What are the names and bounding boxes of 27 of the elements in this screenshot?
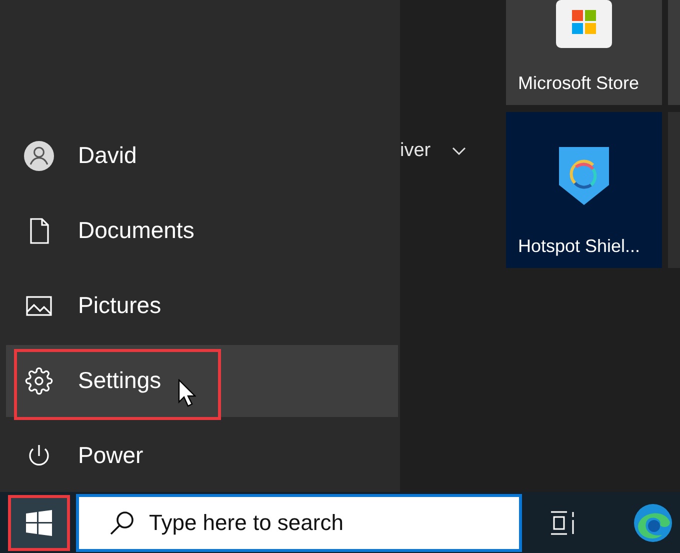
tile-label: Microsoft Store <box>517 72 640 95</box>
menu-item[interactable]: Pictures <box>6 270 398 342</box>
menu-item-label: David <box>78 141 137 170</box>
menu-item-label: Settings <box>78 366 162 396</box>
settings-icon <box>25 366 53 394</box>
task-view-icon[interactable] <box>550 510 576 534</box>
pointer-cursor-icon <box>178 378 196 406</box>
menu-item-label: Documents <box>78 216 194 246</box>
menu-item[interactable]: Documents <box>6 194 398 266</box>
search-input[interactable]: Type here to search <box>149 506 519 539</box>
app-tile[interactable]: Hotspot Shiel... <box>506 112 662 268</box>
app-group-label: iver <box>400 138 432 163</box>
menu-item[interactable]: Power <box>6 420 398 492</box>
chevron-icon <box>452 147 466 155</box>
shield-icon <box>559 146 609 204</box>
search-icon <box>109 510 135 536</box>
menu-item-label: Pictures <box>78 291 162 320</box>
menu-item[interactable]: David <box>6 120 398 192</box>
user-avatar-icon <box>24 140 54 172</box>
app-group-header[interactable]: iver <box>400 138 506 164</box>
search-field[interactable]: Type here to search <box>76 494 522 552</box>
app-tile[interactable]: Microsoft Store <box>506 0 662 105</box>
shopping-bag-icon <box>556 0 612 48</box>
menu-item-label: Power <box>78 441 144 470</box>
browser-icon[interactable] <box>634 504 672 542</box>
tile-label: Hotspot Shiel... <box>517 235 640 258</box>
windows-logo-icon <box>26 510 52 536</box>
